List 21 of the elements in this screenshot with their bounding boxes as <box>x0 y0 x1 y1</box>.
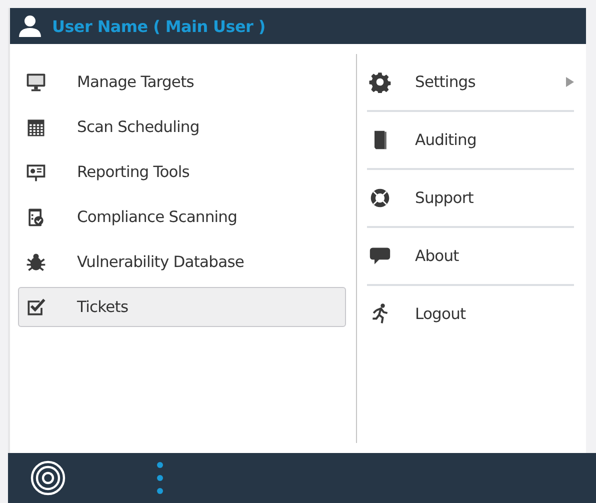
user-icon <box>18 15 42 37</box>
menu-item[interactable]: Compliance Scanning <box>18 197 346 237</box>
account-menu-item[interactable]: Support <box>367 170 574 228</box>
menu-item[interactable]: Vulnerability Database <box>18 242 346 282</box>
account-menu-item[interactable]: Logout <box>367 286 574 344</box>
menu-item[interactable]: Scan Scheduling <box>18 107 346 147</box>
bug-icon <box>25 251 47 273</box>
menu-item[interactable]: Reporting Tools <box>18 152 346 192</box>
more-options-icon[interactable] <box>156 461 164 495</box>
user-name: User Name ( Main User ) <box>52 16 266 36</box>
settings-icon <box>369 71 391 93</box>
target-icon[interactable] <box>30 460 66 496</box>
checkbox-icon <box>25 296 47 318</box>
monitor-icon <box>25 71 47 93</box>
menu-item[interactable]: Tickets <box>18 287 346 327</box>
account-menu-item[interactable]: Auditing <box>367 112 574 170</box>
account-menu-item[interactable]: Settings <box>367 54 574 112</box>
account-menu-item[interactable]: About <box>367 228 574 286</box>
lifebuoy-icon <box>369 187 391 209</box>
menu-item[interactable]: Manage Targets <box>18 62 346 102</box>
speech-bubble-icon <box>369 245 391 267</box>
